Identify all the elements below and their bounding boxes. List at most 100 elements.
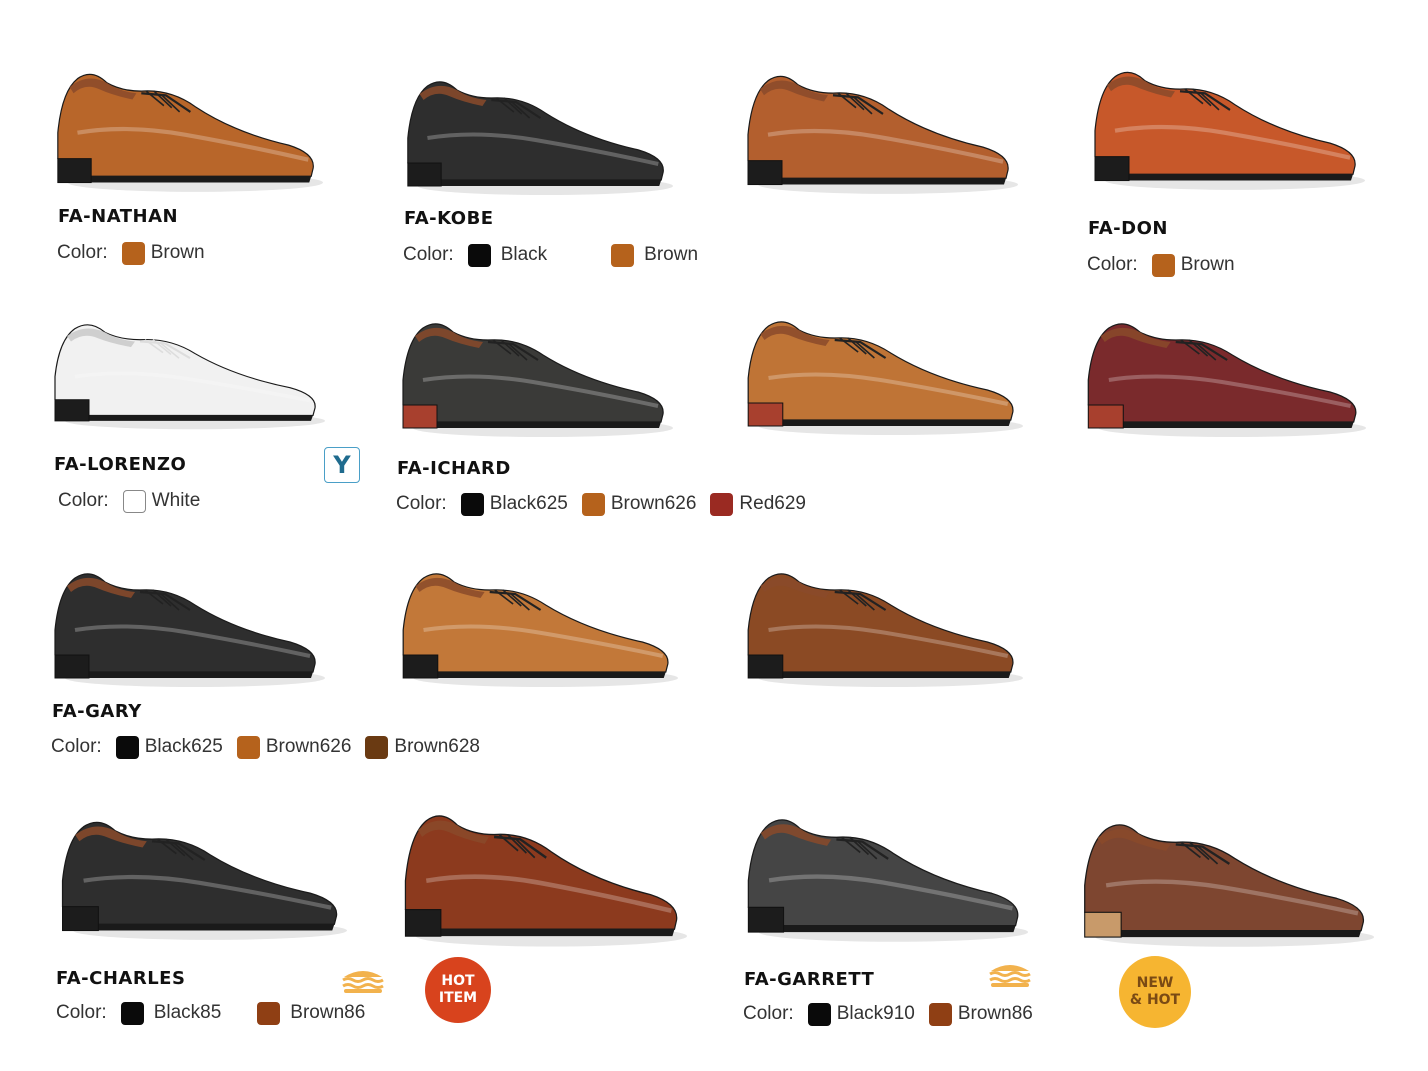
color-option-label: Brown — [150, 242, 205, 263]
color-swatch[interactable] — [928, 1002, 952, 1026]
shoe-icon — [54, 573, 325, 687]
shoe-icon — [1094, 71, 1365, 190]
color-swatch[interactable] — [365, 735, 389, 759]
color-options-gary: Color: Black625 Brown626 Brown628 — [51, 734, 494, 760]
color-option[interactable]: Black — [467, 243, 561, 267]
shoe-icon — [61, 821, 347, 940]
color-label: Color: — [1087, 254, 1138, 275]
y-badge: Y — [324, 447, 360, 483]
color-option[interactable]: Black625 — [115, 735, 237, 759]
shoe-image-charles[interactable] — [52, 808, 347, 943]
shoe-image-kobe[interactable] — [398, 68, 673, 198]
color-option[interactable]: Brown86 — [257, 1001, 379, 1025]
color-option[interactable]: White — [122, 489, 215, 513]
color-swatch[interactable] — [236, 735, 260, 759]
color-swatch[interactable] — [460, 492, 484, 516]
shoe-image-ichard-red[interactable] — [1078, 310, 1366, 440]
color-swatch[interactable] — [611, 243, 635, 267]
hot-badge-line1: HOT — [441, 973, 475, 989]
color-label: Color: — [56, 1002, 107, 1023]
color-option-label: Black625 — [489, 493, 568, 514]
color-options-garrett: Color: Black910 Brown86 — [743, 1001, 1047, 1027]
color-option-label: Brown — [1180, 254, 1235, 275]
product-name-don[interactable]: FA-DON — [1088, 218, 1168, 239]
color-label: Color: — [396, 493, 447, 514]
product-name-ichard[interactable]: FA-ICHARD — [397, 458, 511, 479]
color-option-label: Brown — [644, 244, 699, 265]
color-option[interactable]: Brown86 — [928, 1002, 1047, 1026]
product-name-charles[interactable]: FA-CHARLES — [56, 968, 185, 989]
shoe-icon — [402, 323, 673, 437]
color-label: Color: — [58, 490, 109, 511]
shoe-image-gary[interactable] — [45, 560, 325, 690]
new-badge-line1: NEW — [1136, 975, 1174, 991]
shoe-icon — [1084, 824, 1374, 947]
product-name-garrett[interactable]: FA-GARRETT — [744, 969, 874, 990]
color-option-label: Brown626 — [265, 736, 352, 757]
color-option[interactable]: Black625 — [460, 492, 582, 516]
product-name-nathan[interactable]: FA-NATHAN — [58, 206, 178, 227]
color-swatch[interactable] — [122, 489, 146, 513]
shoe-image-ichard-brown[interactable] — [738, 308, 1023, 438]
color-option-label: Brown626 — [610, 493, 697, 514]
shoe-icon — [1087, 323, 1366, 437]
color-option[interactable]: Brown — [121, 241, 219, 265]
shoe-icon — [54, 324, 325, 430]
color-swatch[interactable] — [807, 1002, 831, 1026]
color-swatch[interactable] — [257, 1001, 281, 1025]
color-option[interactable]: Brown — [611, 243, 712, 267]
shoe-image-gary-brown[interactable] — [393, 560, 678, 690]
color-swatch[interactable] — [121, 241, 145, 265]
color-options-ichard: Color: Black625 Brown626 Red629 — [396, 491, 820, 517]
color-option-label: Black85 — [153, 1002, 222, 1023]
product-name-lorenzo[interactable]: FA-LORENZO — [54, 454, 186, 475]
shoe-image-garrett-brown[interactable] — [1074, 810, 1374, 950]
shoe-icon — [57, 73, 323, 192]
shoe-icon — [404, 815, 687, 947]
color-label: Color: — [403, 244, 454, 265]
color-option[interactable]: Brown626 — [581, 492, 711, 516]
shoe-icon — [747, 573, 1023, 687]
color-options-charles: Color: Black85 Brown86 — [56, 1000, 379, 1026]
color-label: Color: — [57, 242, 108, 263]
color-option-label: Red629 — [739, 493, 806, 514]
shoe-icon — [747, 75, 1018, 194]
color-swatch[interactable] — [1151, 253, 1175, 277]
color-label: Color: — [743, 1003, 794, 1024]
new-hot-badge: NEW & HOT — [1119, 956, 1191, 1028]
color-option-label: Black — [500, 244, 548, 265]
shoe-image-lorenzo[interactable] — [45, 312, 325, 432]
color-options-nathan: Color: Brown — [57, 240, 219, 266]
color-option[interactable]: Red629 — [710, 492, 820, 516]
shoe-image-gary-darkbrown[interactable] — [738, 560, 1023, 690]
color-option[interactable]: Brown628 — [365, 735, 494, 759]
shoe-icon — [402, 573, 678, 687]
color-option[interactable]: Brown626 — [236, 735, 366, 759]
new-badge-line2: & HOT — [1129, 992, 1181, 1008]
product-name-kobe[interactable]: FA-KOBE — [404, 208, 494, 229]
color-swatch[interactable] — [710, 492, 734, 516]
sandwich-icon — [342, 971, 384, 993]
color-option[interactable]: Brown — [1151, 253, 1249, 277]
color-option-label: Black625 — [144, 736, 223, 757]
hot-item-badge: HOT ITEM — [425, 957, 491, 1023]
shoe-image-don[interactable] — [1085, 58, 1365, 193]
shoe-image-charles-brown[interactable] — [395, 800, 687, 950]
product-name-gary[interactable]: FA-GARY — [52, 701, 142, 722]
shoe-image-garrett[interactable] — [738, 805, 1028, 945]
shoe-image-nathan[interactable] — [48, 60, 323, 195]
color-swatch[interactable] — [467, 243, 491, 267]
color-option[interactable]: Black910 — [807, 1002, 929, 1026]
color-swatch[interactable] — [120, 1001, 144, 1025]
color-swatch[interactable] — [581, 492, 605, 516]
shoe-image-kobe-brown[interactable] — [738, 62, 1018, 197]
shoe-icon — [407, 81, 673, 195]
shoe-icon — [747, 819, 1028, 942]
shoe-image-ichard[interactable] — [393, 310, 673, 440]
color-option-label: Brown86 — [957, 1003, 1033, 1024]
color-swatch[interactable] — [115, 735, 139, 759]
sandwich-icon — [989, 965, 1031, 987]
color-options-kobe: Color: Black Brown — [403, 242, 712, 268]
color-label: Color: — [51, 736, 102, 757]
color-option[interactable]: Black85 — [120, 1001, 236, 1025]
